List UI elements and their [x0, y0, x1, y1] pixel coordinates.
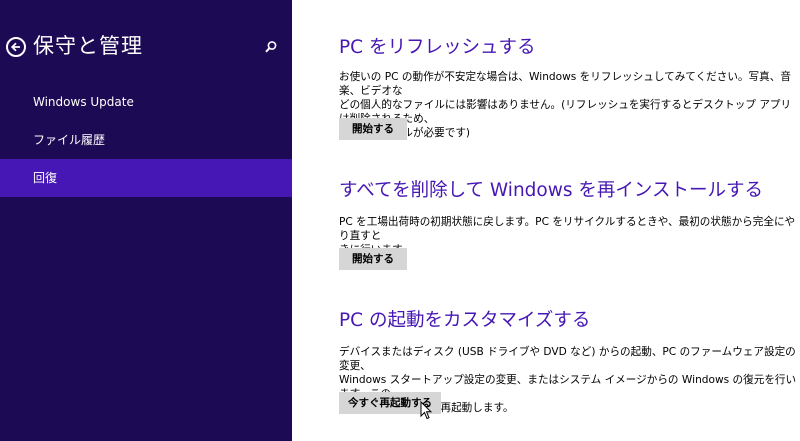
sidebar-item-label: 回復: [33, 171, 58, 185]
main-content: PC をリフレッシュする お使いの PC の動作が不安定な場合は、Windows…: [292, 0, 800, 441]
sidebar-item-file-history[interactable]: ファイル履歴: [0, 121, 292, 159]
section-title: すべてを削除して Windows を再インストールする: [339, 180, 764, 201]
sidebar-item-label: ファイル履歴: [33, 133, 106, 147]
advanced-startup-section: PC の起動をカスタマイズする: [339, 306, 799, 332]
sidebar-item-label: Windows Update: [33, 95, 134, 109]
section-title: PC をリフレッシュする: [339, 37, 536, 58]
description-line: お使いの PC の動作が不安定な場合は、Windows をリフレッシュしてみてく…: [339, 71, 791, 97]
reset-description: PC を工場出荷時の初期状態に戻します。PC をリサイクルするときや、最初の状態…: [339, 215, 799, 257]
description-line: どの個人的なファイルには影響はありません。(リフレッシュを実行するとデスクトップ…: [339, 99, 792, 125]
section-title: PC の起動をカスタマイズする: [339, 310, 591, 331]
description-line: 再インストールが必要です): [339, 126, 799, 140]
back-button[interactable]: [6, 37, 26, 57]
mouse-cursor-icon: [420, 401, 432, 420]
refresh-description: お使いの PC の動作が不安定な場合は、Windows をリフレッシュしてみてく…: [339, 70, 799, 140]
page-title: 保守と管理: [33, 34, 143, 58]
description-line: きに行います。: [339, 243, 799, 257]
sidebar-item-windows-update[interactable]: Windows Update: [0, 83, 292, 121]
search-button[interactable]: [264, 39, 278, 53]
description-line: デバイスまたはディスク (USB ドライブや DVD など) からの起動、PC …: [339, 346, 796, 372]
back-arrow-icon: [10, 42, 20, 52]
sidebar-item-recovery[interactable]: 回復: [0, 159, 292, 197]
reset-section: すべてを削除して Windows を再インストールする: [339, 176, 799, 202]
sidebar: 保守と管理 Windows Update ファイル履歴 回復: [0, 0, 292, 441]
search-icon: [265, 41, 277, 53]
description-line: PC を工場出荷時の初期状態に戻します。PC をリサイクルするときや、最初の状態…: [339, 216, 796, 242]
refresh-start-button[interactable]: 開始する: [339, 118, 407, 140]
reset-start-button[interactable]: 開始する: [339, 248, 407, 270]
refresh-section: PC をリフレッシュする: [339, 33, 799, 59]
